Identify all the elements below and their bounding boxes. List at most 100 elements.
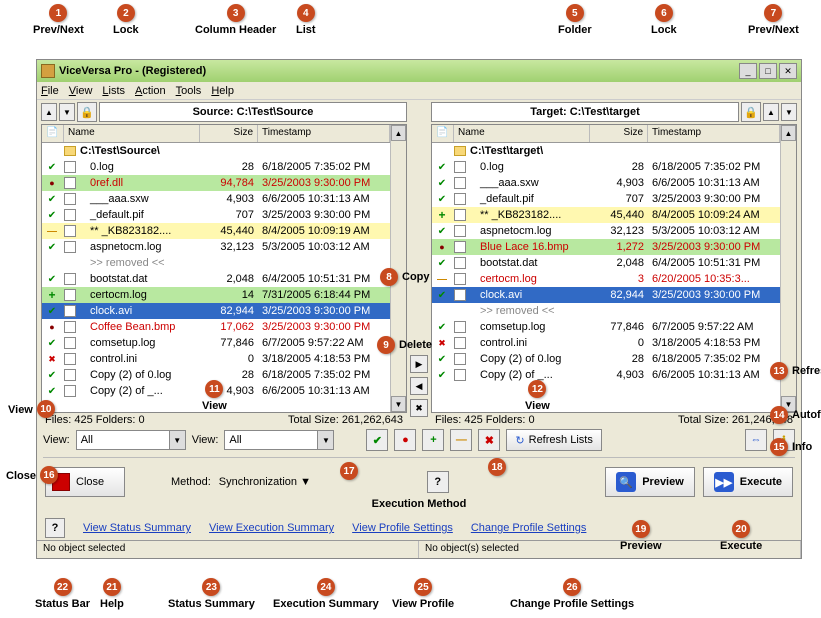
add-button[interactable]: + bbox=[422, 429, 444, 451]
link-profile-settings[interactable]: View Profile Settings bbox=[352, 522, 453, 534]
list-row[interactable]: Copy (2) of _...4,9036/6/2005 10:31:13 A… bbox=[432, 367, 780, 383]
target-path[interactable]: Target: C:\Test\target bbox=[431, 102, 739, 122]
list-row[interactable]: ** _KB823182....45,4408/4/2005 10:09:19 … bbox=[42, 223, 390, 239]
file-size: 0 bbox=[200, 353, 258, 365]
file-name: Coffee Bean.bmp bbox=[78, 321, 200, 333]
menu-file[interactable]: File bbox=[41, 85, 59, 97]
list-row[interactable]: control.ini03/18/2005 4:18:53 PM bbox=[432, 335, 780, 351]
col-size[interactable]: Size bbox=[200, 125, 258, 142]
source-view-combo[interactable]: All ▼ bbox=[76, 430, 186, 450]
list-row[interactable]: Coffee Bean.bmp17,0623/25/2003 9:30:00 P… bbox=[42, 319, 390, 335]
chevron-down-icon[interactable]: ▼ bbox=[169, 431, 185, 449]
list-row[interactable]: Copy (2) of _...4,9036/6/2005 10:31:13 A… bbox=[42, 383, 390, 399]
list-row[interactable]: certocm.log147/31/2005 6:18:44 PM bbox=[42, 287, 390, 303]
refresh-lists-button[interactable]: ↻ Refresh Lists bbox=[506, 429, 601, 451]
target-prev-button[interactable]: ▲ bbox=[763, 103, 779, 121]
file-name: ___aaa.sxw bbox=[78, 193, 200, 205]
source-prev-button[interactable]: ▲ bbox=[41, 103, 57, 121]
list-row[interactable]: clock.avi82,9443/25/2003 9:30:00 PM bbox=[42, 303, 390, 319]
include-button[interactable]: ✔ bbox=[366, 429, 388, 451]
file-time: 6/18/2005 7:35:02 PM bbox=[258, 161, 390, 173]
autofit-button[interactable]: ⇔ bbox=[745, 429, 767, 451]
list-row[interactable]: >> removed << bbox=[432, 303, 780, 319]
copy-right-button[interactable]: ▶ bbox=[410, 355, 428, 373]
source-scrollbar[interactable]: ▲ ▼ bbox=[390, 125, 406, 412]
list-row[interactable]: 0.log286/18/2005 7:35:02 PM bbox=[42, 159, 390, 175]
target-scrollbar[interactable]: ▲ ▼ bbox=[780, 125, 796, 412]
view-combo-2[interactable]: All ▼ bbox=[224, 430, 334, 450]
delete-action-button[interactable]: ✖ bbox=[478, 429, 500, 451]
file-name: bootstat.dat bbox=[468, 257, 590, 269]
link-execution-summary[interactable]: View Execution Summary bbox=[209, 522, 334, 534]
menu-lists[interactable]: Lists bbox=[102, 85, 125, 97]
target-lock-button[interactable]: 🔒 bbox=[741, 102, 761, 122]
menu-help[interactable]: Help bbox=[211, 85, 234, 97]
scroll-down-icon[interactable]: ▼ bbox=[781, 396, 796, 412]
file-icon bbox=[454, 161, 466, 173]
scroll-up-icon[interactable]: ▲ bbox=[781, 125, 796, 141]
list-row[interactable]: Copy (2) of 0.log286/18/2005 7:35:02 PM bbox=[42, 367, 390, 383]
menu-tools[interactable]: Tools bbox=[176, 85, 202, 97]
menu-view[interactable]: View bbox=[69, 85, 93, 97]
close-button[interactable]: Close bbox=[45, 467, 125, 497]
list-row[interactable]: aspnetocm.log32,1235/3/2005 10:03:12 AM bbox=[432, 223, 780, 239]
list-row[interactable]: 0.log286/18/2005 7:35:02 PM bbox=[432, 159, 780, 175]
execute-button[interactable]: ▶▶ Execute bbox=[703, 467, 793, 497]
file-name: aspnetocm.log bbox=[78, 241, 200, 253]
minimize-button[interactable]: _ bbox=[739, 63, 757, 79]
list-row[interactable]: Copy (2) of 0.log286/18/2005 7:35:02 PM bbox=[432, 351, 780, 367]
scroll-up-icon[interactable]: ▲ bbox=[391, 125, 406, 141]
list-row[interactable]: comsetup.log77,8466/7/2005 9:57:22 AM bbox=[42, 335, 390, 351]
source-next-button[interactable]: ▼ bbox=[59, 103, 75, 121]
exclude-button[interactable]: ● bbox=[394, 429, 416, 451]
col-time[interactable]: Timestamp bbox=[258, 125, 390, 142]
method-help-button[interactable]: ? bbox=[427, 471, 449, 493]
list-row[interactable]: >> removed << bbox=[42, 255, 390, 271]
list-row[interactable]: ___aaa.sxw4,9036/6/2005 10:31:13 AM bbox=[432, 175, 780, 191]
method-combo[interactable]: Synchronization ▼ bbox=[219, 476, 419, 488]
list-row[interactable]: aspnetocm.log32,1235/3/2005 10:03:12 AM bbox=[42, 239, 390, 255]
list-row[interactable]: comsetup.log77,8466/7/2005 9:57:22 AM bbox=[432, 319, 780, 335]
col-time[interactable]: Timestamp bbox=[648, 125, 780, 142]
link-change-profile-settings[interactable]: Change Profile Settings bbox=[471, 522, 587, 534]
list-row[interactable]: 0ref.dll94,7843/25/2003 9:30:00 PM bbox=[42, 175, 390, 191]
target-folder-row[interactable]: C:\Test\target\ bbox=[432, 143, 780, 159]
file-time: 6/6/2005 10:31:13 AM bbox=[258, 193, 390, 205]
list-row[interactable]: bootstat.dat2,0486/4/2005 10:51:31 PM bbox=[432, 255, 780, 271]
plus-icon bbox=[48, 288, 55, 302]
list-row[interactable]: _default.pif7073/25/2003 9:30:00 PM bbox=[432, 191, 780, 207]
help-button[interactable]: ? bbox=[45, 518, 65, 538]
link-status-summary[interactable]: View Status Summary bbox=[83, 522, 191, 534]
list-row[interactable]: bootstat.dat2,0486/4/2005 10:51:31 PM bbox=[42, 271, 390, 287]
close-window-button[interactable]: ✕ bbox=[779, 63, 797, 79]
source-folder-row[interactable]: C:\Test\Source\ bbox=[42, 143, 390, 159]
preview-button[interactable]: 🔍 Preview bbox=[605, 467, 695, 497]
chevron-down-icon[interactable]: ▼ bbox=[317, 431, 333, 449]
menu-action[interactable]: Action bbox=[135, 85, 166, 97]
list-row[interactable]: control.ini03/18/2005 4:18:53 PM bbox=[42, 351, 390, 367]
chevron-down-icon[interactable]: ▼ bbox=[300, 476, 311, 488]
col-icon[interactable]: 📄 bbox=[42, 125, 64, 142]
maximize-button[interactable]: □ bbox=[759, 63, 777, 79]
col-size[interactable]: Size bbox=[590, 125, 648, 142]
remove-button[interactable]: — bbox=[450, 429, 472, 451]
scroll-down-icon[interactable]: ▼ bbox=[391, 396, 406, 412]
col-icon[interactable]: 📄 bbox=[432, 125, 454, 142]
list-row[interactable]: ** _KB823182....45,4408/4/2005 10:09:24 … bbox=[432, 207, 780, 223]
file-time: 3/25/2003 9:30:00 PM bbox=[258, 321, 390, 333]
delete-button[interactable]: ✖ bbox=[410, 399, 428, 417]
copy-left-button[interactable]: ◀ bbox=[410, 377, 428, 395]
list-row[interactable]: _default.pif7073/25/2003 9:30:00 PM bbox=[42, 207, 390, 223]
col-name[interactable]: Name bbox=[64, 125, 200, 142]
list-row[interactable]: ___aaa.sxw4,9036/6/2005 10:31:13 AM bbox=[42, 191, 390, 207]
execution-row: Close Method: Synchronization ▼ ? 🔍 Prev… bbox=[37, 462, 801, 502]
list-row[interactable]: clock.avi82,9443/25/2003 9:30:00 PM bbox=[432, 287, 780, 303]
list-row[interactable]: Blue Lace 16.bmp1,2723/25/2003 9:30:00 P… bbox=[432, 239, 780, 255]
target-next-button[interactable]: ▼ bbox=[781, 103, 797, 121]
list-row[interactable]: certocm.log36/20/2005 10:35:3... bbox=[432, 271, 780, 287]
col-name[interactable]: Name bbox=[454, 125, 590, 142]
info-button[interactable]: ℹ bbox=[773, 429, 795, 451]
source-path[interactable]: Source: C:\Test\Source bbox=[99, 102, 407, 122]
preview-label: Preview bbox=[642, 476, 684, 488]
source-lock-button[interactable]: 🔒 bbox=[77, 102, 97, 122]
